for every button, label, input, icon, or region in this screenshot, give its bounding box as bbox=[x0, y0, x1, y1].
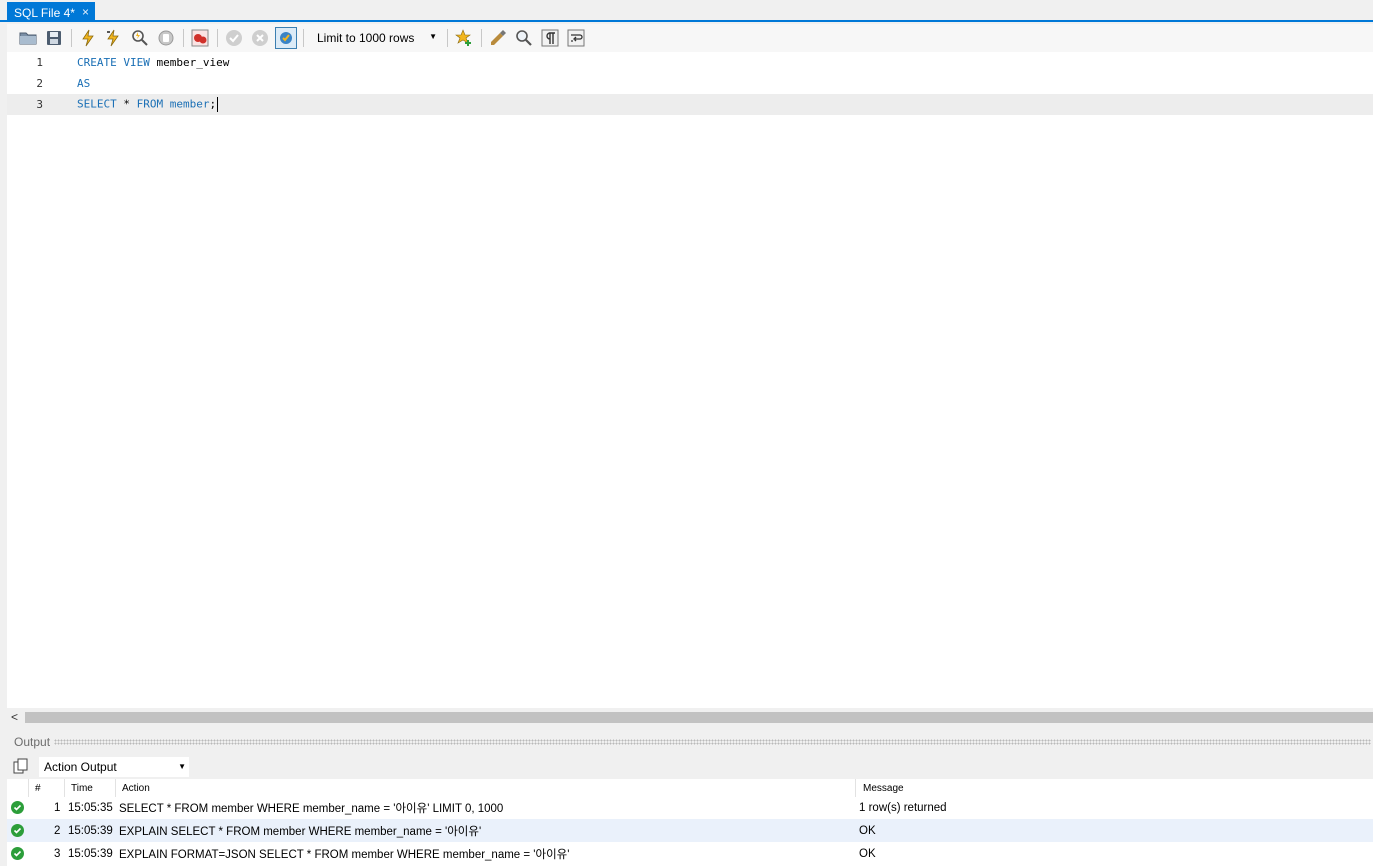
line-code[interactable]: CREATE VIEW member_view bbox=[77, 56, 229, 69]
execute-current-icon[interactable] bbox=[103, 27, 125, 49]
toolbar-separator bbox=[183, 29, 184, 47]
output-row[interactable]: 3 15:05:39 EXPLAIN FORMAT=JSON SELECT * … bbox=[7, 842, 1373, 865]
row-number: 2 bbox=[54, 824, 61, 837]
execute-icon[interactable] bbox=[77, 27, 99, 49]
row-time: 15:05:35 bbox=[68, 801, 113, 814]
sql-editor-toolbar: Limit to 1000 rows ▼ bbox=[7, 24, 1373, 52]
row-action: EXPLAIN SELECT * FROM member WHERE membe… bbox=[119, 825, 482, 838]
column-divider[interactable] bbox=[64, 779, 65, 797]
stop-on-error-icon[interactable] bbox=[189, 27, 211, 49]
line-number: 1 bbox=[36, 56, 43, 69]
sql-keyword: FROM bbox=[136, 97, 164, 111]
toolbar-separator bbox=[447, 29, 448, 47]
autocommit-icon[interactable] bbox=[275, 27, 297, 49]
find-icon[interactable] bbox=[513, 27, 535, 49]
output-toolbar: Action Output ▼ bbox=[7, 755, 1373, 779]
copy-icon[interactable] bbox=[13, 758, 31, 776]
column-divider[interactable] bbox=[855, 779, 856, 797]
column-header-action[interactable]: Action bbox=[122, 783, 150, 794]
sql-table-name: member bbox=[163, 97, 210, 111]
panel-drag-handle[interactable] bbox=[54, 739, 1371, 745]
chevron-down-icon: ▼ bbox=[178, 762, 186, 771]
line-number: 3 bbox=[36, 98, 43, 111]
explain-icon[interactable] bbox=[129, 27, 151, 49]
row-time: 15:05:39 bbox=[68, 847, 113, 860]
scroll-left-arrow-icon[interactable]: < bbox=[11, 710, 18, 724]
row-time: 15:05:39 bbox=[68, 824, 113, 837]
save-icon[interactable] bbox=[43, 27, 65, 49]
action-output-grid: # Time Action Message 1 15:05:35 SELECT … bbox=[7, 779, 1373, 866]
workbench-window: SQL File 4* × Limit to 1000 rows ▼ 1 CRE… bbox=[0, 0, 1373, 866]
limit-rows-dropdown[interactable]: Limit to 1000 rows ▼ bbox=[313, 28, 439, 48]
row-message: OK bbox=[859, 824, 876, 837]
beautify-icon[interactable] bbox=[487, 27, 509, 49]
output-type-value: Action Output bbox=[44, 760, 117, 774]
toolbar-separator bbox=[71, 29, 72, 47]
column-divider[interactable] bbox=[115, 779, 116, 797]
row-number: 3 bbox=[54, 847, 61, 860]
row-message: OK bbox=[859, 847, 876, 860]
line-code[interactable]: SELECT * FROM member; bbox=[77, 97, 219, 112]
add-snippet-icon[interactable] bbox=[453, 27, 475, 49]
commit-icon[interactable] bbox=[223, 27, 245, 49]
row-action: SELECT * FROM member WHERE member_name =… bbox=[119, 802, 504, 815]
sql-operator: * bbox=[116, 97, 137, 111]
tab-title: SQL File 4* bbox=[14, 6, 75, 20]
editor-line-current[interactable]: 3 SELECT * FROM member; bbox=[7, 94, 1373, 115]
success-check-icon bbox=[11, 847, 24, 860]
rollback-icon[interactable] bbox=[249, 27, 271, 49]
row-action: EXPLAIN FORMAT=JSON SELECT * FROM member… bbox=[119, 848, 570, 861]
chevron-down-icon: ▼ bbox=[429, 32, 437, 41]
sql-keyword: SELECT bbox=[77, 97, 117, 111]
wrap-lines-icon[interactable] bbox=[565, 27, 587, 49]
column-header-time[interactable]: Time bbox=[71, 783, 93, 794]
column-divider[interactable] bbox=[28, 779, 29, 797]
toolbar-separator bbox=[303, 29, 304, 47]
row-number: 1 bbox=[54, 801, 61, 814]
scrollbar-thumb[interactable] bbox=[25, 712, 1373, 723]
sql-editor[interactable]: 1 CREATE VIEW member_view 2 AS 3 SELECT … bbox=[7, 52, 1373, 708]
stop-icon[interactable] bbox=[155, 27, 177, 49]
success-check-icon bbox=[11, 824, 24, 837]
sql-keyword: AS bbox=[77, 77, 91, 90]
toolbar-separator bbox=[481, 29, 482, 47]
tab-sql-file-4[interactable]: SQL File 4* × bbox=[7, 2, 95, 22]
column-header-num[interactable]: # bbox=[35, 783, 41, 794]
success-check-icon bbox=[11, 801, 24, 814]
invisible-chars-icon[interactable] bbox=[539, 27, 561, 49]
column-header-message[interactable]: Message bbox=[863, 783, 904, 794]
open-folder-icon[interactable] bbox=[17, 27, 39, 49]
text-caret bbox=[217, 97, 219, 112]
limit-rows-label: Limit to 1000 rows bbox=[317, 31, 415, 45]
sql-keyword: CREATE VIEW bbox=[77, 56, 150, 69]
sql-identifier: member_view bbox=[149, 56, 230, 69]
output-row[interactable]: 2 15:05:39 EXPLAIN SELECT * FROM member … bbox=[7, 819, 1373, 842]
output-type-dropdown[interactable]: Action Output ▼ bbox=[39, 757, 189, 777]
tab-close-icon[interactable]: × bbox=[82, 5, 89, 19]
output-row[interactable]: 1 15:05:35 SELECT * FROM member WHERE me… bbox=[7, 796, 1373, 819]
sql-terminator: ; bbox=[209, 97, 217, 111]
line-number: 2 bbox=[36, 77, 43, 90]
editor-line[interactable]: 2 AS bbox=[7, 73, 1373, 94]
editor-horizontal-scrollbar[interactable]: < bbox=[7, 709, 1373, 725]
row-message: 1 row(s) returned bbox=[859, 801, 947, 814]
line-code[interactable]: AS bbox=[77, 77, 90, 90]
grid-header: # Time Action Message bbox=[7, 779, 1373, 797]
output-panel-header: Output bbox=[7, 733, 1373, 751]
editor-tab-strip: SQL File 4* × bbox=[0, 0, 1373, 22]
toolbar-separator bbox=[217, 29, 218, 47]
editor-line[interactable]: 1 CREATE VIEW member_view bbox=[7, 52, 1373, 73]
output-panel-title: Output bbox=[7, 735, 55, 749]
